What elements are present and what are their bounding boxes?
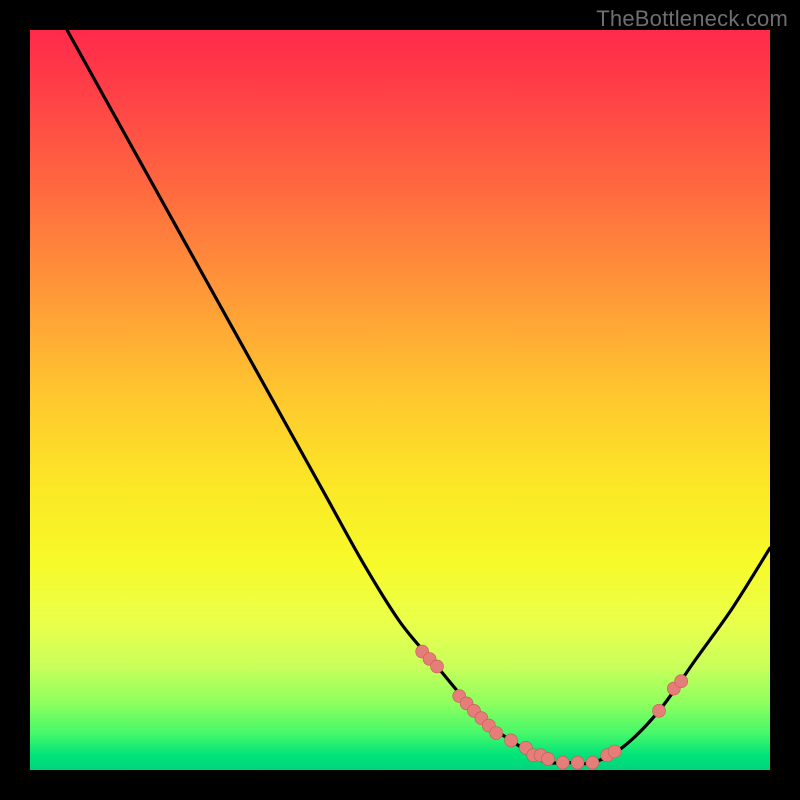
chart-frame — [30, 30, 770, 770]
highlight-dot — [431, 660, 444, 673]
highlight-dot — [571, 756, 584, 769]
highlight-dot — [505, 734, 518, 747]
highlight-dot — [608, 745, 621, 758]
highlight-dot — [586, 756, 599, 769]
highlight-dot — [556, 756, 569, 769]
chart-svg — [30, 30, 770, 770]
highlight-dots-group — [416, 645, 688, 769]
highlight-dot — [542, 752, 555, 765]
highlight-dot — [675, 675, 688, 688]
highlight-dot — [490, 727, 503, 740]
watermark-text: TheBottleneck.com — [596, 6, 788, 32]
highlight-dot — [653, 704, 666, 717]
